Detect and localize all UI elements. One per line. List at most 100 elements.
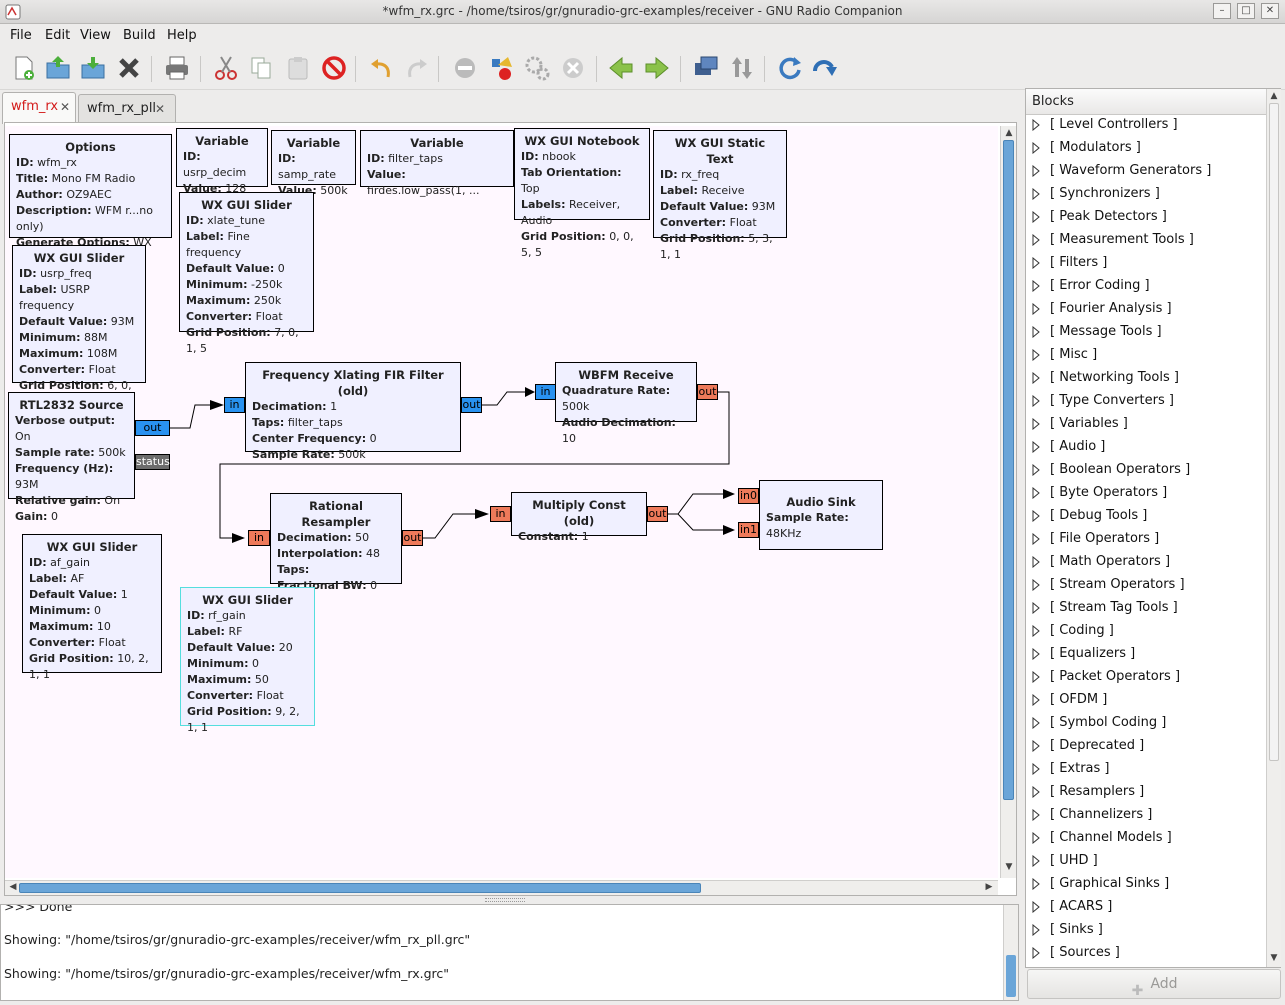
- block-category[interactable]: [ Filters ]: [1032, 255, 1107, 275]
- scroll-down-icon[interactable]: ▼: [1003, 862, 1015, 872]
- block-rtl2832-source[interactable]: RTL2832 Source Verbose output: On Sample…: [8, 392, 135, 523]
- move-up-down-icon[interactable]: [727, 53, 757, 83]
- block-wx-gui-slider-xlate-tune[interactable]: WX GUI Slider ID: xlate_tune Label: Fine…: [179, 192, 314, 355]
- console-output[interactable]: >>> Done Showing: "/home/tsiros/gr/gnura…: [0, 904, 1019, 1001]
- block-category[interactable]: [ Sinks ]: [1032, 922, 1103, 942]
- disable-icon[interactable]: [450, 53, 480, 83]
- block-category[interactable]: [ Packet Operators ]: [1032, 669, 1180, 689]
- port-resampler-in[interactable]: in: [248, 530, 270, 546]
- port-wbfm-in[interactable]: in: [535, 384, 556, 400]
- block-category[interactable]: [ Waveform Generators ]: [1032, 163, 1211, 183]
- block-category[interactable]: [ Graphical Sinks ]: [1032, 876, 1169, 896]
- expander-triangle-icon[interactable]: [1032, 854, 1040, 867]
- block-category[interactable]: [ OFDM ]: [1032, 692, 1107, 712]
- block-options[interactable]: Options ID: wfm_rx Title: Mono FM Radio …: [9, 134, 172, 265]
- maximize-button[interactable]: □: [1237, 3, 1255, 19]
- expander-triangle-icon[interactable]: [1032, 141, 1040, 154]
- tab-wfm-rx-pll[interactable]: wfm_rx_pll ✕: [78, 94, 176, 122]
- block-category[interactable]: [ Coding ]: [1032, 623, 1114, 643]
- block-category[interactable]: [ Byte Operators ]: [1032, 485, 1167, 505]
- cut-icon[interactable]: [211, 53, 241, 83]
- block-category[interactable]: [ Fourier Analysis ]: [1032, 301, 1172, 321]
- expander-triangle-icon[interactable]: [1032, 716, 1040, 729]
- expander-triangle-icon[interactable]: [1032, 233, 1040, 246]
- block-category[interactable]: [ Equalizers ]: [1032, 646, 1135, 666]
- undo-icon[interactable]: [366, 53, 396, 83]
- expander-triangle-icon[interactable]: [1032, 578, 1040, 591]
- rotate-cw-icon[interactable]: [642, 53, 672, 83]
- expander-triangle-icon[interactable]: [1032, 210, 1040, 223]
- block-frequency-xlating-fir-filter[interactable]: Frequency Xlating FIR Filter (old) Decim…: [245, 362, 461, 461]
- port-xlating-in[interactable]: in: [224, 397, 245, 413]
- scroll-down-icon[interactable]: ▼: [1268, 953, 1280, 963]
- block-variable-usrp-decim[interactable]: Variable ID: usrp_decim Value: 128: [176, 128, 268, 195]
- block-category[interactable]: [ Variables ]: [1032, 416, 1128, 436]
- expander-triangle-icon[interactable]: [1032, 831, 1040, 844]
- blocks-scroll-thumb[interactable]: [1269, 103, 1279, 761]
- expander-triangle-icon[interactable]: [1032, 256, 1040, 269]
- block-category[interactable]: [ Stream Operators ]: [1032, 577, 1185, 597]
- expander-triangle-icon[interactable]: [1032, 670, 1040, 683]
- expander-triangle-icon[interactable]: [1032, 325, 1040, 338]
- delete-icon[interactable]: [319, 53, 349, 83]
- canvas-vertical-scrollbar[interactable]: ▲ ▼: [1000, 126, 1016, 878]
- expander-triangle-icon[interactable]: [1032, 785, 1040, 798]
- scroll-up-icon[interactable]: ▲: [1003, 128, 1015, 138]
- menu-build[interactable]: Build: [123, 28, 156, 43]
- block-category[interactable]: [ Debug Tools ]: [1032, 508, 1147, 528]
- menu-view[interactable]: View: [80, 28, 111, 43]
- block-category[interactable]: [ Misc ]: [1032, 347, 1097, 367]
- port-multiply-in[interactable]: in: [490, 506, 511, 522]
- block-wx-gui-slider-usrp-freq[interactable]: WX GUI Slider ID: usrp_freq Label: USRP …: [12, 245, 146, 408]
- close-tab-icon[interactable]: ✕: [60, 100, 70, 114]
- kill-icon[interactable]: [558, 53, 588, 83]
- find-block-icon[interactable]: [691, 53, 721, 83]
- menu-file[interactable]: File: [10, 28, 32, 43]
- block-multiply-const[interactable]: Multiply Const (old) Constant: 1: [511, 492, 647, 543]
- port-audio-in0[interactable]: in0: [738, 488, 759, 504]
- expander-triangle-icon[interactable]: [1032, 118, 1040, 131]
- block-category[interactable]: [ Symbol Coding ]: [1032, 715, 1166, 735]
- port-multiply-out[interactable]: out: [647, 506, 668, 522]
- expander-triangle-icon[interactable]: [1032, 463, 1040, 476]
- block-category[interactable]: [ Resamplers ]: [1032, 784, 1144, 804]
- block-category[interactable]: [ ACARS ]: [1032, 899, 1112, 919]
- expander-triangle-icon[interactable]: [1032, 808, 1040, 821]
- block-rational-resampler[interactable]: Rational Resampler Decimation: 50 Interp…: [270, 493, 402, 592]
- expander-triangle-icon[interactable]: [1032, 877, 1040, 890]
- port-audio-in1[interactable]: in1: [738, 522, 759, 538]
- block-category[interactable]: [ Audio ]: [1032, 439, 1105, 459]
- menu-help[interactable]: Help: [167, 28, 197, 43]
- console-scroll-thumb[interactable]: [1006, 955, 1016, 997]
- expander-triangle-icon[interactable]: [1032, 923, 1040, 936]
- block-category[interactable]: [ Channel Models ]: [1032, 830, 1172, 850]
- close-tab-icon[interactable]: ✕: [155, 102, 165, 116]
- expander-triangle-icon[interactable]: [1032, 279, 1040, 292]
- add-block-button[interactable]: ✚ Add: [1027, 969, 1281, 999]
- expander-triangle-icon[interactable]: [1032, 693, 1040, 706]
- port-rtl-out[interactable]: out: [135, 420, 170, 436]
- block-category[interactable]: [ UHD ]: [1032, 853, 1098, 873]
- vertical-scroll-thumb[interactable]: [1003, 140, 1014, 800]
- menu-edit[interactable]: Edit: [45, 28, 70, 43]
- expander-triangle-icon[interactable]: [1032, 509, 1040, 522]
- flowgraph-canvas[interactable]: Options ID: wfm_rx Title: Mono FM Radio …: [5, 126, 998, 878]
- block-category[interactable]: [ Math Operators ]: [1032, 554, 1170, 574]
- block-category[interactable]: [ Channelizers ]: [1032, 807, 1152, 827]
- open-icon[interactable]: [43, 53, 73, 83]
- redo-arrow-icon[interactable]: [810, 53, 840, 83]
- expander-triangle-icon[interactable]: [1032, 302, 1040, 315]
- expander-triangle-icon[interactable]: [1032, 164, 1040, 177]
- canvas-horizontal-scrollbar[interactable]: ◀ ▶: [5, 880, 998, 895]
- block-category[interactable]: [ Level Controllers ]: [1032, 117, 1178, 137]
- expander-triangle-icon[interactable]: [1032, 417, 1040, 430]
- scroll-up-icon[interactable]: ▲: [1268, 91, 1280, 101]
- expander-triangle-icon[interactable]: [1032, 440, 1040, 453]
- print-icon[interactable]: [162, 53, 192, 83]
- block-variable-filter-taps[interactable]: Variable ID: filter_taps Value: firdes.l…: [360, 130, 514, 197]
- block-category[interactable]: [ Deprecated ]: [1032, 738, 1144, 758]
- expander-triangle-icon[interactable]: [1032, 348, 1040, 361]
- expander-triangle-icon[interactable]: [1032, 371, 1040, 384]
- block-category[interactable]: [ Synchronizers ]: [1032, 186, 1160, 206]
- expander-triangle-icon[interactable]: [1032, 900, 1040, 913]
